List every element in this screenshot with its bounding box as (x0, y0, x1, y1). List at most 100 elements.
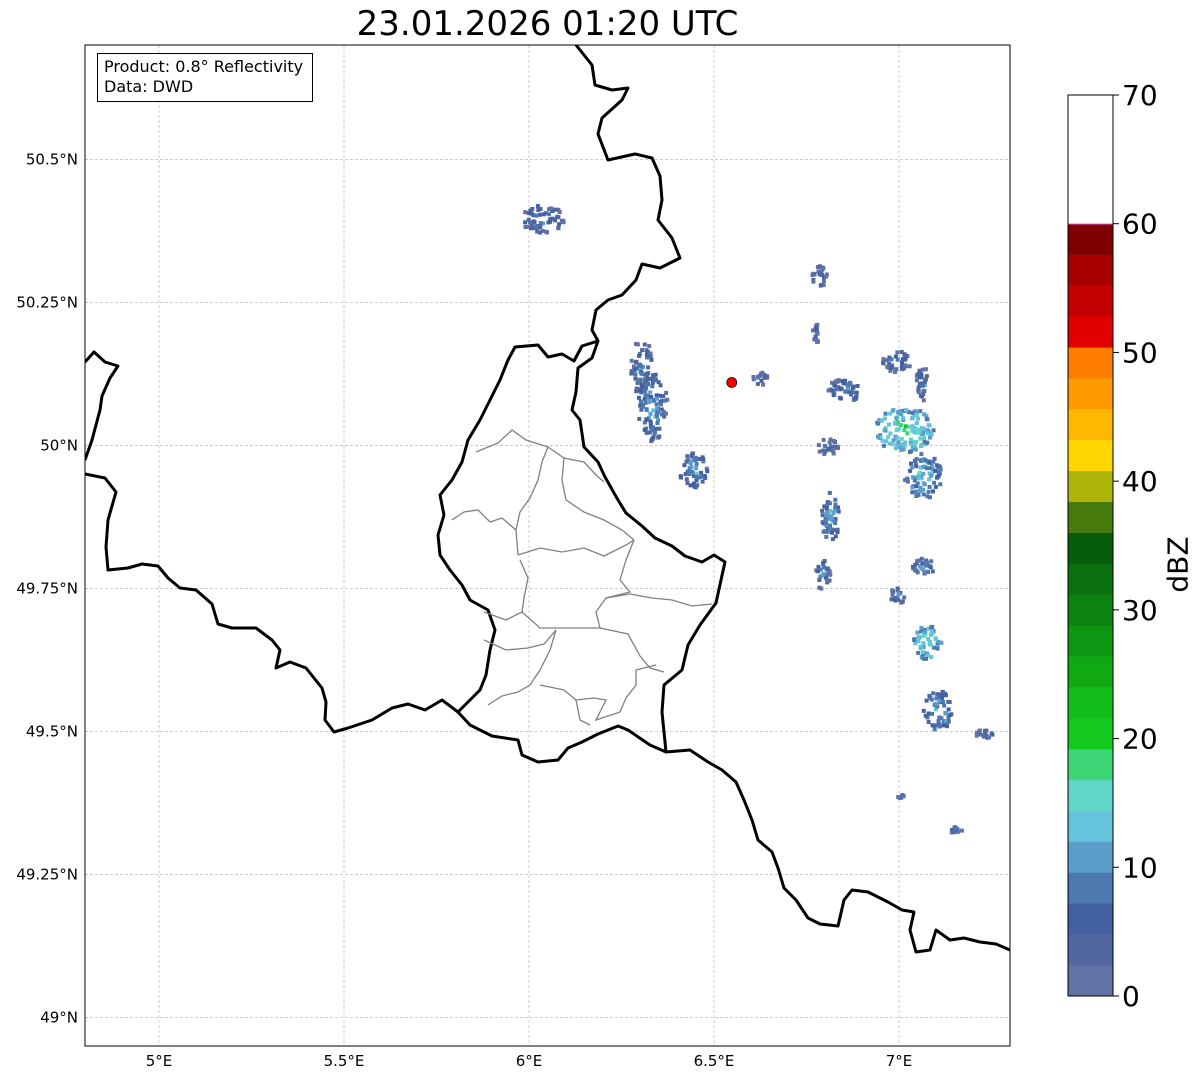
echo-pixel (907, 450, 912, 454)
echo-pixel (682, 463, 687, 468)
colorbar-segment (1068, 841, 1113, 873)
echo-pixel (891, 408, 896, 413)
echo-pixel (561, 218, 566, 223)
colorbar-tick-label: 0 (1122, 980, 1140, 1013)
echo-pixel (914, 413, 919, 417)
echo-pixel (912, 637, 917, 642)
radar-site-marker (726, 377, 738, 388)
echo-pixel (944, 711, 949, 716)
echo-pixel (881, 357, 886, 362)
echo-pixel (832, 444, 837, 449)
lon-tick-label: 5.5°E (324, 1052, 365, 1070)
echo-pixel (633, 372, 638, 377)
colorbar-segment (1068, 563, 1113, 595)
echo-pixel (876, 434, 880, 439)
lat-tick-label: 49.5°N (26, 722, 78, 740)
colorbar-segment (1068, 223, 1113, 255)
echo-pixel (889, 365, 894, 370)
echo-pixel (820, 573, 825, 578)
echo-pixel (916, 493, 921, 497)
echo-pixel (947, 700, 952, 704)
echo-pixel (927, 477, 932, 482)
echo-pixel (910, 410, 915, 415)
echo-pixel (699, 474, 704, 479)
echo-cell (826, 378, 860, 402)
colorbar-tick-labels: 0 10 20 30 40 50 60 70 (1113, 79, 1158, 1013)
echo-pixel (534, 225, 539, 229)
echo-pixel (821, 279, 826, 283)
echo-pixel (833, 380, 838, 385)
echo-pixel (532, 220, 537, 225)
echo-pixel (821, 561, 826, 566)
echo-pixel (894, 416, 899, 421)
echo-pixel (916, 390, 921, 394)
colorbar-segment (1068, 717, 1113, 750)
echo-pixel (887, 422, 891, 427)
border-belgium-west (85, 350, 120, 461)
echo-pixel (825, 529, 830, 534)
echo-pixel (933, 468, 938, 473)
echo-pixel (556, 225, 561, 230)
colorbar-segment (1068, 965, 1113, 997)
echo-pixel (648, 421, 653, 426)
echo-pixel (894, 367, 899, 372)
echo-pixel (922, 482, 927, 487)
echo-pixel (940, 689, 945, 694)
echo-pixel (823, 444, 827, 448)
echo-pixel (699, 470, 704, 475)
echo-pixel (922, 379, 927, 384)
echo-pixel (816, 443, 821, 448)
echo-pixel (917, 635, 922, 640)
echo-pixel (663, 411, 668, 416)
colorbar-segment (1068, 316, 1113, 348)
echo-pixel (639, 371, 644, 376)
district-line (451, 509, 517, 531)
gridlines (85, 45, 1010, 1046)
echo-pixel (941, 723, 946, 728)
colorbar-segment (1068, 934, 1113, 966)
lat-tick-label: 50°N (40, 436, 78, 454)
echo-pixel (815, 569, 820, 574)
echo-pixel (918, 436, 923, 441)
colorbar-tick-label: 10 (1122, 851, 1158, 884)
echo-pixel (649, 395, 654, 399)
echo-pixel (694, 466, 699, 471)
echo-pixel (924, 698, 929, 703)
echo-pixel (938, 467, 943, 472)
echo-pixel (905, 431, 910, 436)
colorbar-tick-label: 60 (1122, 208, 1158, 241)
echo-pixel (883, 428, 888, 433)
district-line (475, 429, 549, 556)
echo-pixel (632, 364, 636, 369)
echo-pixel (914, 464, 919, 469)
colorbar-segment (1068, 347, 1113, 379)
lat-tick-label: 49°N (40, 1008, 78, 1026)
lat-tick-label: 50.25°N (16, 293, 78, 311)
echo-pixel (912, 430, 917, 435)
lon-tick-label: 6°E (516, 1052, 543, 1070)
echo-pixel (700, 479, 705, 484)
colorbar-tick-label: 50 (1122, 336, 1158, 369)
echo-pixel (937, 724, 942, 729)
echo-pixel (925, 494, 930, 499)
border-france-germany (665, 748, 1010, 954)
echo-pixel (923, 458, 928, 462)
echo-pixel (912, 478, 917, 483)
echo-pixel (918, 485, 923, 490)
echo-pixel (919, 625, 924, 630)
echo-cell (912, 624, 944, 661)
echo-pixel (900, 794, 905, 799)
echo-pixel (648, 411, 653, 416)
echo-pixel (923, 713, 928, 718)
echo-pixel (952, 830, 957, 835)
echo-pixel (820, 508, 825, 513)
echo-pixel (914, 457, 919, 462)
echo-pixel (921, 492, 926, 497)
echo-pixel (647, 344, 652, 348)
echo-pixel (637, 378, 642, 383)
echo-pixel (644, 417, 649, 422)
echo-pixel (685, 481, 690, 486)
colorbar-tick-label: 30 (1122, 594, 1158, 627)
echo-pixel (821, 437, 826, 442)
echo-pixel (643, 400, 648, 405)
